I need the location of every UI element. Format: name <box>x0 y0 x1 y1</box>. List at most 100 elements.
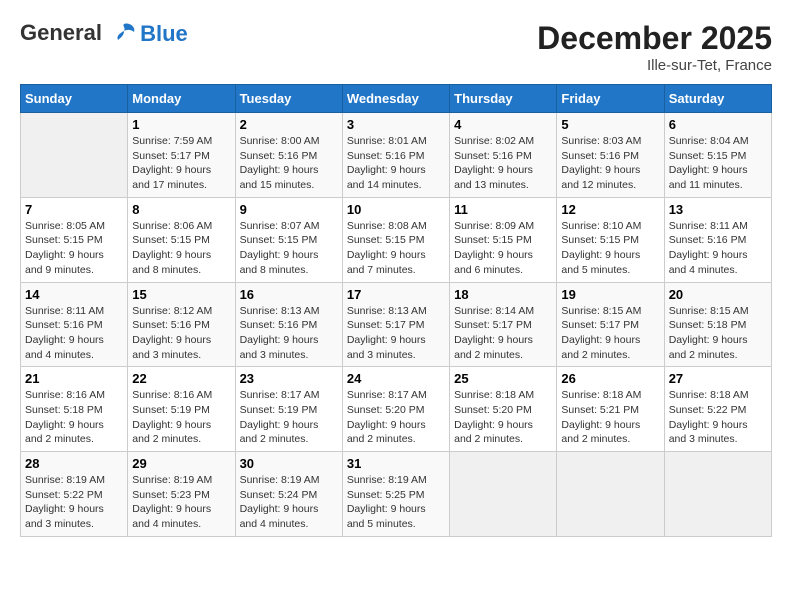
header-wednesday: Wednesday <box>342 85 449 113</box>
calendar-cell: 28 Sunrise: 8:19 AMSunset: 5:22 PMDayligh… <box>21 452 128 537</box>
day-detail: Sunrise: 8:11 AMSunset: 5:16 PMDaylight:… <box>669 219 767 278</box>
day-number: 4 <box>454 117 552 132</box>
calendar-cell: 14 Sunrise: 8:11 AMSunset: 5:16 PMDayligh… <box>21 282 128 367</box>
calendar-table: SundayMondayTuesdayWednesdayThursdayFrid… <box>20 84 772 537</box>
calendar-week-row: 14 Sunrise: 8:11 AMSunset: 5:16 PMDayligh… <box>21 282 772 367</box>
day-detail: Sunrise: 8:15 AMSunset: 5:17 PMDaylight:… <box>561 304 659 363</box>
day-detail: Sunrise: 8:12 AMSunset: 5:16 PMDaylight:… <box>132 304 230 363</box>
calendar-cell: 16 Sunrise: 8:13 AMSunset: 5:16 PMDayligh… <box>235 282 342 367</box>
calendar-cell: 31Sunrise: 8:19 AMSunset: 5:25 PMDayligh… <box>342 452 449 537</box>
day-number: 16 <box>240 287 338 302</box>
calendar-cell: 26 Sunrise: 8:18 AMSunset: 5:21 PMDayligh… <box>557 367 664 452</box>
day-detail: Sunrise: 8:04 AMSunset: 5:15 PMDaylight:… <box>669 134 767 193</box>
day-number: 13 <box>669 202 767 217</box>
day-detail: Sunrise: 8:16 AMSunset: 5:19 PMDaylight:… <box>132 388 230 447</box>
day-number: 30 <box>240 456 338 471</box>
day-number: 19 <box>561 287 659 302</box>
calendar-cell: 12 Sunrise: 8:10 AMSunset: 5:15 PMDayligh… <box>557 197 664 282</box>
day-detail: Sunrise: 8:13 AMSunset: 5:17 PMDaylight:… <box>347 304 445 363</box>
day-number: 3 <box>347 117 445 132</box>
page-header: General Blue December 2025 Ille-sur-Tet,… <box>20 20 772 74</box>
calendar-cell: 6 Sunrise: 8:04 AMSunset: 5:15 PMDaylight… <box>664 113 771 198</box>
calendar-cell: 18 Sunrise: 8:14 AMSunset: 5:17 PMDayligh… <box>450 282 557 367</box>
calendar-cell: 30 Sunrise: 8:19 AMSunset: 5:24 PMDayligh… <box>235 452 342 537</box>
day-detail: Sunrise: 8:16 AMSunset: 5:18 PMDaylight:… <box>25 388 123 447</box>
logo-blue: Blue <box>140 22 188 46</box>
calendar-cell: 2Sunrise: 8:00 AMSunset: 5:16 PMDaylight… <box>235 113 342 198</box>
logo-bird-icon <box>110 20 138 48</box>
header-friday: Friday <box>557 85 664 113</box>
day-detail: Sunrise: 8:11 AMSunset: 5:16 PMDaylight:… <box>25 304 123 363</box>
day-number: 29 <box>132 456 230 471</box>
day-detail: Sunrise: 8:02 AMSunset: 5:16 PMDaylight:… <box>454 134 552 193</box>
day-number: 10 <box>347 202 445 217</box>
day-number: 8 <box>132 202 230 217</box>
day-detail: Sunrise: 8:06 AMSunset: 5:15 PMDaylight:… <box>132 219 230 278</box>
title-block: December 2025 Ille-sur-Tet, France <box>537 20 772 74</box>
calendar-week-row: 1 Sunrise: 7:59 AMSunset: 5:17 PMDaylight… <box>21 113 772 198</box>
calendar-week-row: 21 Sunrise: 8:16 AMSunset: 5:18 PMDayligh… <box>21 367 772 452</box>
calendar-cell: 21 Sunrise: 8:16 AMSunset: 5:18 PMDayligh… <box>21 367 128 452</box>
day-detail: Sunrise: 8:00 AMSunset: 5:16 PMDaylight:… <box>240 134 338 193</box>
day-number: 7 <box>25 202 123 217</box>
day-number: 5 <box>561 117 659 132</box>
calendar-cell: 11 Sunrise: 8:09 AMSunset: 5:15 PMDayligh… <box>450 197 557 282</box>
header-sunday: Sunday <box>21 85 128 113</box>
calendar-cell: 20Sunrise: 8:15 AMSunset: 5:18 PMDayligh… <box>664 282 771 367</box>
logo: General Blue <box>20 20 188 48</box>
day-number: 17 <box>347 287 445 302</box>
day-detail: Sunrise: 8:18 AMSunset: 5:20 PMDaylight:… <box>454 388 552 447</box>
calendar-cell: 24Sunrise: 8:17 AMSunset: 5:20 PMDayligh… <box>342 367 449 452</box>
day-detail: Sunrise: 8:19 AMSunset: 5:23 PMDaylight:… <box>132 473 230 532</box>
day-detail: Sunrise: 8:01 AMSunset: 5:16 PMDaylight:… <box>347 134 445 193</box>
day-number: 21 <box>25 371 123 386</box>
day-number: 11 <box>454 202 552 217</box>
day-number: 6 <box>669 117 767 132</box>
day-detail: Sunrise: 8:19 AMSunset: 5:24 PMDaylight:… <box>240 473 338 532</box>
header-saturday: Saturday <box>664 85 771 113</box>
day-number: 22 <box>132 371 230 386</box>
calendar-header-row: SundayMondayTuesdayWednesdayThursdayFrid… <box>21 85 772 113</box>
day-detail: Sunrise: 8:13 AMSunset: 5:16 PMDaylight:… <box>240 304 338 363</box>
location: Ille-sur-Tet, France <box>537 57 772 74</box>
day-number: 23 <box>240 371 338 386</box>
day-detail: Sunrise: 8:03 AMSunset: 5:16 PMDaylight:… <box>561 134 659 193</box>
calendar-cell: 4 Sunrise: 8:02 AMSunset: 5:16 PMDaylight… <box>450 113 557 198</box>
day-detail: Sunrise: 7:59 AMSunset: 5:17 PMDaylight:… <box>132 134 230 193</box>
calendar-cell: 29 Sunrise: 8:19 AMSunset: 5:23 PMDayligh… <box>128 452 235 537</box>
calendar-cell: 9 Sunrise: 8:07 AMSunset: 5:15 PMDaylight… <box>235 197 342 282</box>
day-number: 24 <box>347 371 445 386</box>
calendar-cell <box>557 452 664 537</box>
day-detail: Sunrise: 8:14 AMSunset: 5:17 PMDaylight:… <box>454 304 552 363</box>
day-number: 28 <box>25 456 123 471</box>
day-number: 26 <box>561 371 659 386</box>
day-detail: Sunrise: 8:19 AMSunset: 5:22 PMDaylight:… <box>25 473 123 532</box>
calendar-cell: 1 Sunrise: 7:59 AMSunset: 5:17 PMDaylight… <box>128 113 235 198</box>
day-number: 14 <box>25 287 123 302</box>
calendar-cell: 13 Sunrise: 8:11 AMSunset: 5:16 PMDayligh… <box>664 197 771 282</box>
calendar-cell: 15 Sunrise: 8:12 AMSunset: 5:16 PMDayligh… <box>128 282 235 367</box>
day-number: 27 <box>669 371 767 386</box>
day-detail: Sunrise: 8:18 AMSunset: 5:22 PMDaylight:… <box>669 388 767 447</box>
day-number: 1 <box>132 117 230 132</box>
calendar-cell: 10 Sunrise: 8:08 AMSunset: 5:15 PMDayligh… <box>342 197 449 282</box>
day-detail: Sunrise: 8:10 AMSunset: 5:15 PMDaylight:… <box>561 219 659 278</box>
day-number: 25 <box>454 371 552 386</box>
day-detail: Sunrise: 8:07 AMSunset: 5:15 PMDaylight:… <box>240 219 338 278</box>
calendar-cell: 27 Sunrise: 8:18 AMSunset: 5:22 PMDayligh… <box>664 367 771 452</box>
calendar-cell: 25 Sunrise: 8:18 AMSunset: 5:20 PMDayligh… <box>450 367 557 452</box>
day-number: 9 <box>240 202 338 217</box>
day-number: 12 <box>561 202 659 217</box>
calendar-week-row: 28 Sunrise: 8:19 AMSunset: 5:22 PMDayligh… <box>21 452 772 537</box>
day-number: 15 <box>132 287 230 302</box>
calendar-cell: 7 Sunrise: 8:05 AMSunset: 5:15 PMDaylight… <box>21 197 128 282</box>
calendar-cell: 3 Sunrise: 8:01 AMSunset: 5:16 PMDaylight… <box>342 113 449 198</box>
day-number: 20 <box>669 287 767 302</box>
day-number: 18 <box>454 287 552 302</box>
day-detail: Sunrise: 8:18 AMSunset: 5:21 PMDaylight:… <box>561 388 659 447</box>
day-detail: Sunrise: 8:05 AMSunset: 5:15 PMDaylight:… <box>25 219 123 278</box>
day-detail: Sunrise: 8:08 AMSunset: 5:15 PMDaylight:… <box>347 219 445 278</box>
day-detail: Sunrise: 8:09 AMSunset: 5:15 PMDaylight:… <box>454 219 552 278</box>
calendar-cell <box>21 113 128 198</box>
calendar-cell: 17 Sunrise: 8:13 AMSunset: 5:17 PMDayligh… <box>342 282 449 367</box>
